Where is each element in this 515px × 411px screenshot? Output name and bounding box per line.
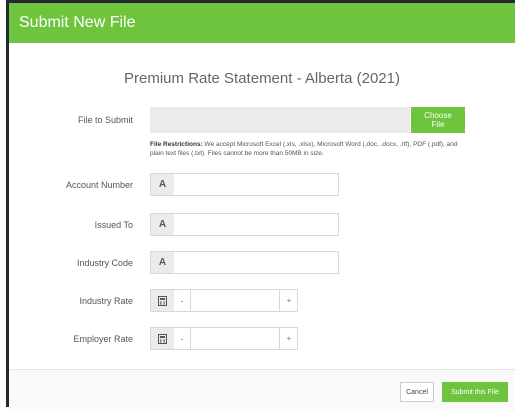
text-format-icon: A: [151, 214, 174, 235]
choose-file-button[interactable]: Choose File: [411, 107, 465, 133]
issued-to-label: Issued To: [94, 220, 133, 230]
industry-code-field: A: [150, 251, 339, 274]
increment-button[interactable]: +: [279, 290, 298, 311]
calculator-icon: [151, 328, 174, 349]
file-restrictions-heading: File Restrictions:: [150, 141, 203, 148]
account-number-label: Account Number: [65, 180, 133, 190]
industry-rate-stepper: - +: [150, 289, 298, 312]
employer-rate-label: Employer Rate: [73, 334, 133, 344]
file-restrictions: File Restrictions: We accept Microsoft E…: [150, 140, 470, 158]
modal-title: Submit New File: [19, 14, 136, 31]
account-number-field: A: [150, 173, 339, 196]
account-number-input[interactable]: [174, 174, 338, 195]
text-format-icon: A: [151, 252, 174, 273]
calculator-icon: [151, 290, 174, 311]
modal-footer: [9, 369, 515, 411]
employer-rate-stepper: - +: [150, 327, 298, 350]
file-to-submit-label: File to Submit: [77, 115, 133, 125]
text-format-icon: A: [151, 174, 174, 195]
modal-header: Submit New File: [9, 3, 515, 43]
issued-to-field: A: [150, 213, 339, 236]
industry-rate-label: Industry Rate: [79, 296, 133, 306]
document-title: Premium Rate Statement - Alberta (2021): [124, 70, 400, 87]
industry-code-label: Industry Code: [76, 258, 133, 268]
increment-button[interactable]: +: [279, 328, 298, 349]
industry-rate-input[interactable]: [191, 290, 279, 311]
employer-rate-input[interactable]: [191, 328, 279, 349]
submit-file-modal: Submit New File Premium Rate Statement -…: [6, 0, 515, 411]
file-path-display[interactable]: [150, 107, 410, 133]
cancel-button[interactable]: Cancel: [400, 382, 434, 402]
decrement-button[interactable]: -: [174, 290, 191, 311]
decrement-button[interactable]: -: [174, 328, 191, 349]
industry-code-input[interactable]: [174, 252, 338, 273]
submit-file-button[interactable]: Submit this File: [442, 382, 508, 402]
issued-to-input[interactable]: [174, 214, 338, 235]
